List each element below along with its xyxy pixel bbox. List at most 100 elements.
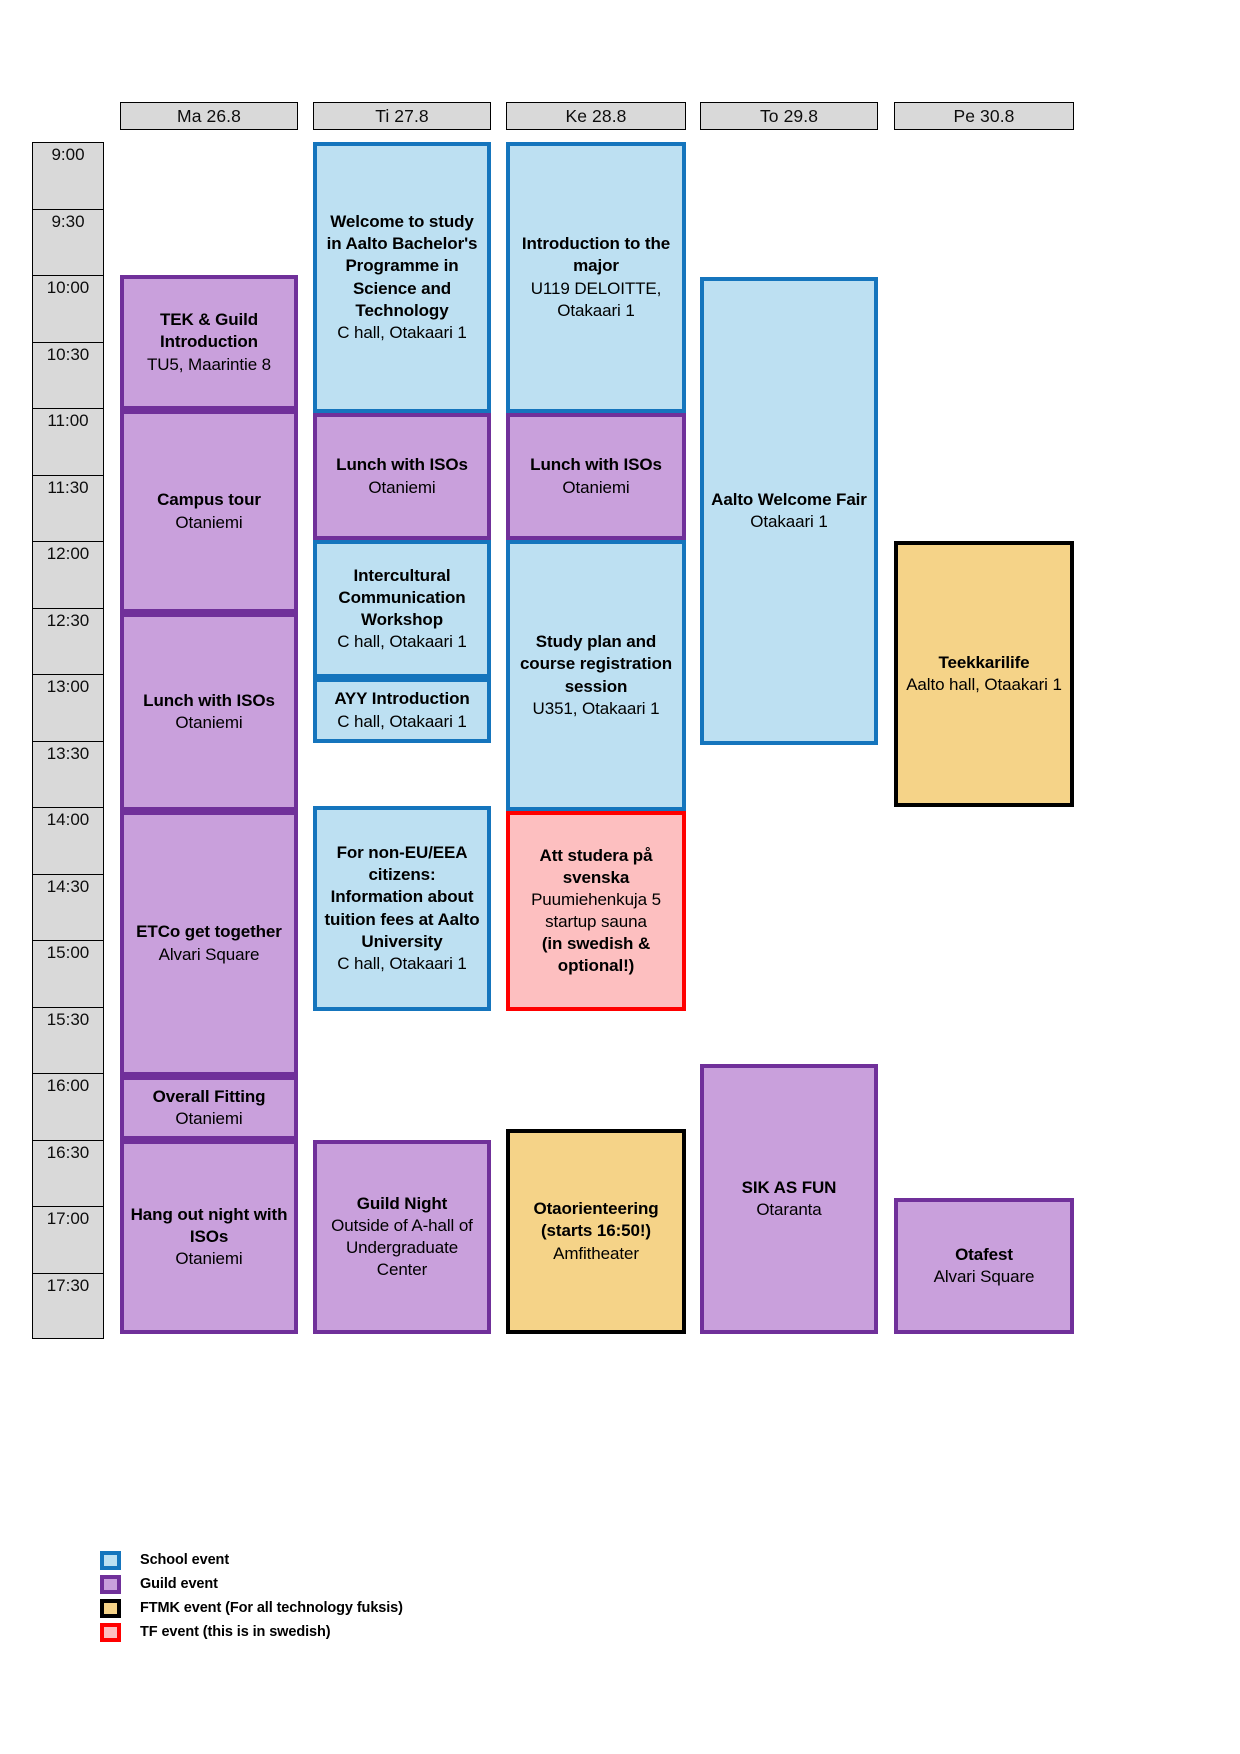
- time-slot: 17:00: [32, 1206, 104, 1273]
- day-header-fri: Pe 30.8: [894, 102, 1074, 130]
- event-hang-out-night-isos[interactable]: Hang out night with ISOs Otaniemi: [120, 1140, 298, 1334]
- event-title: Introduction to the major: [521, 234, 671, 276]
- time-label: 13:30: [46, 743, 90, 763]
- time-slot: 14:00: [32, 807, 104, 874]
- legend-item-ftmk: FTMK event (For all technology fuksis): [100, 1596, 403, 1620]
- event-location: Otaniemi: [175, 713, 243, 732]
- event-title: TEK & Guild Introduction: [159, 310, 259, 352]
- event-location: Otaranta: [756, 1200, 822, 1219]
- legend-swatch-guild-icon: [100, 1574, 121, 1594]
- legend-label: TF event (this is in swedish): [140, 1624, 331, 1640]
- event-etco-get-together[interactable]: ETCo get together Alvari Square: [120, 811, 298, 1076]
- event-location: C hall, Otakaari 1: [337, 711, 467, 731]
- time-label: 14:30: [46, 876, 90, 896]
- legend-swatch-ftmk-icon: [100, 1598, 121, 1618]
- event-intercultural-workshop[interactable]: Intercultural Communication Workshop C ha…: [313, 540, 491, 678]
- legend-label: FTMK event (For all technology fuksis): [140, 1600, 403, 1616]
- event-att-studera-pa-svenska[interactable]: Att studera på svenska Puumiehenkuja 5 st…: [506, 811, 686, 1011]
- event-aalto-welcome-fair[interactable]: Aalto Welcome Fair Otakaari 1: [700, 277, 878, 745]
- time-slot: 16:00: [32, 1073, 104, 1140]
- event-non-eu-eea-tuition[interactable]: For non-EU/EEA citizens: Information abo…: [313, 806, 491, 1011]
- time-label: 16:30: [46, 1142, 90, 1162]
- event-title: Intercultural Communication Workshop: [338, 565, 466, 629]
- event-title: Study plan and course registration sessi…: [519, 632, 673, 696]
- event-location: Outside of A-hall of Undergraduate Cente…: [331, 1215, 473, 1280]
- time-slot: 13:00: [32, 674, 104, 741]
- event-title: Guild Night: [356, 1193, 448, 1213]
- legend-item-tf: TF event (this is in swedish): [100, 1620, 403, 1644]
- legend-swatch-school-icon: [100, 1550, 121, 1570]
- event-otaorienteering[interactable]: Otaorienteering (starts 16:50!) Amfitheat…: [506, 1129, 686, 1334]
- time-slot: 10:30: [32, 341, 104, 408]
- time-label: 10:30: [46, 344, 90, 364]
- time-label: 9:00: [51, 145, 85, 164]
- event-tek-guild-intro[interactable]: TEK & Guild Introduction TU5, Maarintie 8: [120, 275, 298, 410]
- event-location: U351, Otakaari 1: [532, 698, 660, 718]
- event-title: Campus tour: [157, 490, 261, 510]
- event-sik-as-fun[interactable]: SIK AS FUN Otaranta: [700, 1064, 878, 1334]
- time-slot: 15:00: [32, 940, 104, 1007]
- event-title: Lunch with ISOs: [143, 690, 275, 710]
- event-lunch-isos-tue[interactable]: Lunch with ISOs Otaniemi: [313, 413, 491, 540]
- event-location: C hall, Otakaari 1: [337, 322, 467, 342]
- event-location: Otaniemi: [175, 1249, 243, 1269]
- time-label: 13:00: [46, 677, 90, 696]
- time-label: 11:00: [47, 411, 89, 430]
- event-title: Otafest: [955, 1244, 1013, 1264]
- event-otafest[interactable]: Otafest Alvari Square: [894, 1198, 1074, 1334]
- time-slot: 11:00: [32, 408, 104, 475]
- time-label: 17:00: [46, 1209, 90, 1228]
- legend-swatch-tf-icon: [100, 1622, 121, 1642]
- time-label: 12:30: [46, 610, 90, 630]
- time-slot: 16:30: [32, 1139, 104, 1206]
- event-ayy-introduction[interactable]: AYY Introduction C hall, Otakaari 1: [313, 678, 491, 743]
- day-header-tue: Ti 27.8: [313, 102, 491, 130]
- event-title: AYY Introduction: [334, 689, 470, 709]
- event-title: Overall Fitting: [152, 1086, 266, 1106]
- event-location: Otaniemi: [175, 1109, 243, 1128]
- event-welcome-to-study[interactable]: Welcome to study in Aalto Bachelor's Pro…: [313, 142, 491, 413]
- legend-label: Guild event: [140, 1576, 218, 1592]
- event-title: Lunch with ISOs: [336, 455, 468, 475]
- legend: School event Guild event FTMK event (For a…: [100, 1548, 403, 1644]
- time-label: 11:30: [47, 477, 89, 497]
- event-location: TU5, Maarintie 8: [146, 354, 272, 374]
- event-introduction-to-major[interactable]: Introduction to the major U119 DELOITTE, …: [506, 142, 686, 413]
- time-label: 15:30: [46, 1009, 90, 1029]
- event-overall-fitting[interactable]: Overall Fitting Otaniemi: [120, 1076, 298, 1140]
- time-slot: 17:30: [32, 1272, 104, 1339]
- day-header-wed: Ke 28.8: [506, 102, 686, 130]
- time-label: 15:00: [46, 943, 90, 962]
- time-slot: 13:30: [32, 740, 104, 807]
- time-slot: 9:30: [32, 208, 104, 275]
- event-location: C hall, Otakaari 1: [337, 632, 467, 652]
- event-location: Otaniemi: [368, 477, 436, 497]
- event-location: Puumiehenkuja 5 startup sauna: [531, 889, 661, 931]
- event-guild-night[interactable]: Guild Night Outside of A-hall of Undergra…: [313, 1140, 491, 1334]
- time-slot: 12:00: [32, 541, 104, 608]
- event-title: Welcome to study in Aalto Bachelor's Pro…: [326, 212, 478, 320]
- time-label: 12:00: [46, 544, 90, 563]
- legend-item-guild: Guild event: [100, 1572, 403, 1596]
- event-location: Alvari Square: [933, 1267, 1035, 1286]
- event-title: SIK AS FUN: [741, 1177, 837, 1197]
- day-header-mon: Ma 26.8: [120, 102, 298, 130]
- event-lunch-isos-wed[interactable]: Lunch with ISOs Otaniemi: [506, 413, 686, 540]
- event-study-plan-registration[interactable]: Study plan and course registration sessi…: [506, 540, 686, 811]
- event-location: Aalto hall, Otaakari 1: [906, 675, 1062, 694]
- time-slot: 12:30: [32, 607, 104, 674]
- event-title: For non-EU/EEA citizens: Information abo…: [324, 843, 480, 951]
- event-lunch-isos-mon[interactable]: Lunch with ISOs Otaniemi: [120, 613, 298, 811]
- event-title: Teekkarilife: [938, 652, 1030, 672]
- time-label: 9:30: [51, 211, 85, 231]
- time-slot: 9:00: [32, 142, 104, 209]
- time-slot: 14:30: [32, 873, 104, 940]
- event-title: Att studera på svenska: [539, 845, 653, 887]
- event-location: Alvari Square: [158, 944, 260, 964]
- time-slot: 15:30: [32, 1006, 104, 1073]
- event-campus-tour[interactable]: Campus tour Otaniemi: [120, 410, 298, 613]
- event-teekkarilife[interactable]: Teekkarilife Aalto hall, Otaakari 1: [894, 541, 1074, 807]
- event-location: Otaniemi: [175, 512, 243, 532]
- event-location: Otakaari 1: [750, 512, 828, 531]
- event-location: C hall, Otakaari 1: [337, 953, 467, 973]
